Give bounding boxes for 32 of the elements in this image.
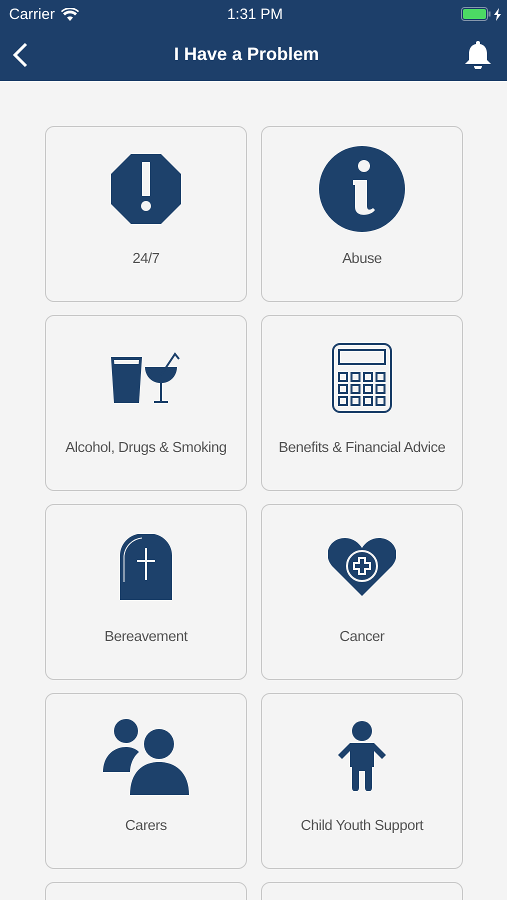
back-icon[interactable]: [12, 42, 28, 68]
category-tile[interactable]: Abuse: [261, 126, 463, 302]
category-tile[interactable]: Child Youth Support: [261, 693, 463, 869]
category-label: Abuse: [342, 251, 382, 267]
category-label: Benefits & Financial Advice: [278, 440, 446, 456]
category-tile[interactable]: Benefits & Financial Advice: [261, 315, 463, 491]
category-label: Alcohol, Drugs & Smoking: [65, 440, 227, 456]
category-label: 24/7: [132, 251, 160, 267]
category-label: Carers: [125, 818, 167, 834]
category-label: Child Youth Support: [300, 818, 424, 834]
gravestone-icon: [120, 534, 172, 600]
charging-icon: [494, 8, 501, 20]
alert-octagon-icon: [111, 154, 181, 224]
bell-icon[interactable]: [464, 40, 491, 68]
info-icon: [319, 146, 405, 232]
category-label: Bereavement: [104, 629, 188, 645]
screen-title: I Have a Problem: [174, 44, 320, 65]
heart-plus-icon: [328, 538, 396, 596]
wifi-icon: [60, 8, 79, 20]
category-tile[interactable]: Alcohol, Drugs & Smoking: [45, 315, 247, 491]
carrier-name: Carrier: [9, 6, 55, 22]
category-tile[interactable]: Carers: [45, 693, 247, 869]
category-tile[interactable]: Cancer: [261, 504, 463, 680]
category-tile[interactable]: 24/7: [45, 126, 247, 302]
battery-icon: [461, 7, 491, 21]
calculator-icon: [332, 343, 392, 413]
people-icon: [103, 717, 189, 795]
category-label: Cancer: [340, 629, 384, 645]
drinks-icon: [111, 351, 181, 405]
child-icon: [336, 721, 388, 791]
status-time: 1:31 PM: [227, 6, 283, 22]
category-tile[interactable]: Bereavement: [45, 504, 247, 680]
